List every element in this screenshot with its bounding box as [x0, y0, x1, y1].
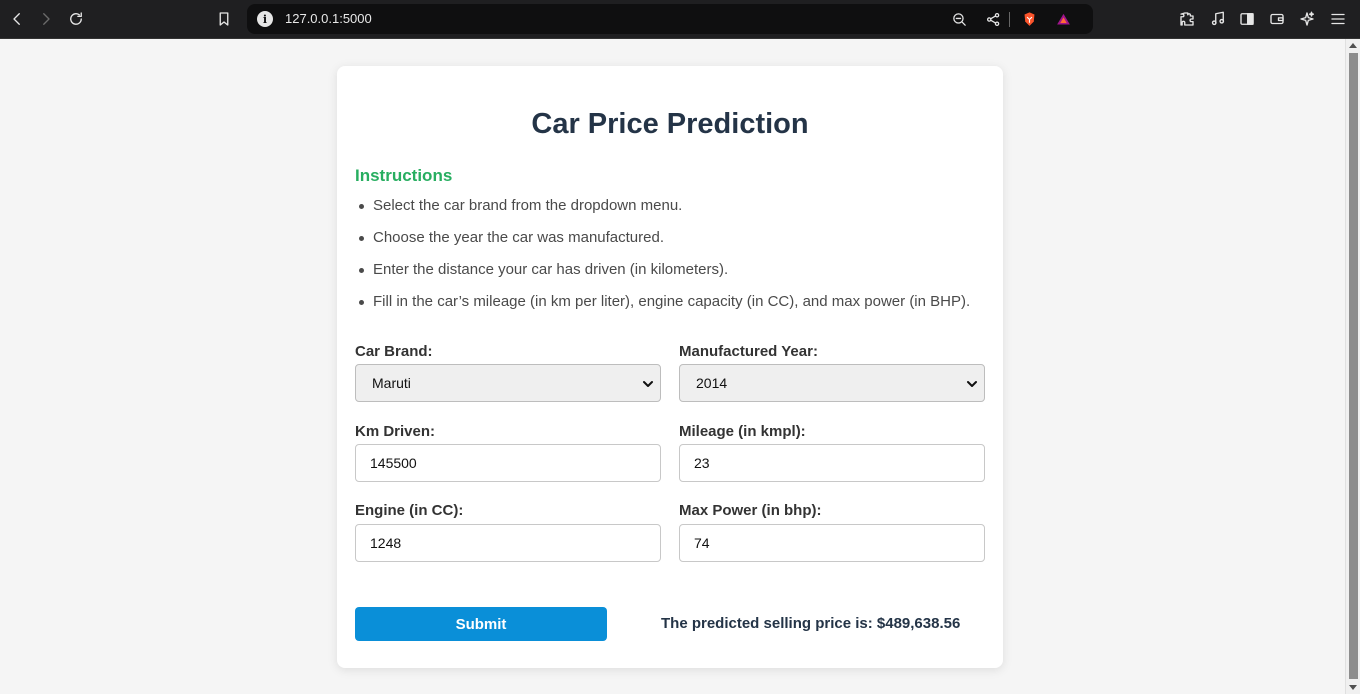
- zoom-icon[interactable]: [949, 9, 969, 29]
- prediction-result: The predicted selling price is: $489,638…: [661, 615, 961, 632]
- bookmark-icon[interactable]: [213, 8, 235, 30]
- km-driven-label: Km Driven:: [355, 423, 436, 440]
- submit-button[interactable]: Submit: [355, 607, 607, 641]
- back-icon[interactable]: [6, 8, 28, 30]
- max-power-value: 74: [694, 535, 710, 551]
- prediction-card: Car Price Prediction Instructions Select…: [337, 66, 1003, 668]
- page-scrollbar[interactable]: [1345, 39, 1360, 694]
- km-driven-value: 145500: [370, 455, 417, 471]
- url-divider: [1009, 12, 1010, 27]
- instructions-heading: Instructions: [355, 166, 453, 185]
- extensions-icon[interactable]: [1176, 8, 1198, 30]
- share-icon[interactable]: [983, 9, 1003, 29]
- brave-rewards-icon[interactable]: [1053, 9, 1073, 29]
- max-power-input[interactable]: 74: [679, 524, 985, 562]
- car-brand-select[interactable]: Maruti: [355, 364, 661, 402]
- forward-icon[interactable]: [35, 8, 57, 30]
- music-icon[interactable]: [1207, 8, 1229, 30]
- max-power-label: Max Power (in bhp):: [679, 502, 822, 519]
- browser-toolbar: i 127.0.0.1:5000: [0, 0, 1360, 39]
- instruction-item: Enter the distance your car has driven (…: [355, 260, 985, 292]
- chevron-down-icon: [966, 377, 978, 389]
- page-title: Car Price Prediction: [531, 108, 809, 140]
- address-bar[interactable]: i 127.0.0.1:5000: [247, 4, 1093, 34]
- instructions-list: Select the car brand from the dropdown m…: [355, 196, 985, 324]
- mileage-label: Mileage (in kmpl):: [679, 423, 806, 440]
- instruction-item: Fill in the car’s mileage (in km per lit…: [355, 292, 985, 324]
- scroll-down-icon[interactable]: [1349, 685, 1357, 690]
- car-brand-value: Maruti: [372, 375, 411, 391]
- instruction-item: Select the car brand from the dropdown m…: [355, 196, 985, 228]
- scroll-thumb[interactable]: [1349, 53, 1358, 679]
- engine-input[interactable]: 1248: [355, 524, 661, 562]
- url-text[interactable]: 127.0.0.1:5000: [285, 11, 372, 26]
- brave-shields-icon[interactable]: [1019, 9, 1039, 29]
- mileage-value: 23: [694, 455, 710, 471]
- wallet-icon[interactable]: [1266, 8, 1288, 30]
- menu-icon[interactable]: [1327, 8, 1349, 30]
- year-value: 2014: [696, 375, 728, 391]
- year-select[interactable]: 2014: [679, 364, 985, 402]
- leo-ai-icon[interactable]: [1296, 8, 1318, 30]
- reload-icon[interactable]: [65, 8, 87, 30]
- car-brand-label: Car Brand:: [355, 343, 433, 360]
- engine-value: 1248: [370, 535, 402, 551]
- year-label: Manufactured Year:: [679, 343, 818, 360]
- site-info-icon[interactable]: i: [257, 11, 273, 27]
- engine-label: Engine (in CC):: [355, 502, 464, 519]
- km-driven-input[interactable]: 145500: [355, 444, 661, 482]
- scroll-up-icon[interactable]: [1349, 43, 1357, 48]
- chevron-down-icon: [642, 377, 654, 389]
- mileage-input[interactable]: 23: [679, 444, 985, 482]
- instruction-item: Choose the year the car was manufactured…: [355, 228, 985, 260]
- sidebar-icon[interactable]: [1236, 8, 1258, 30]
